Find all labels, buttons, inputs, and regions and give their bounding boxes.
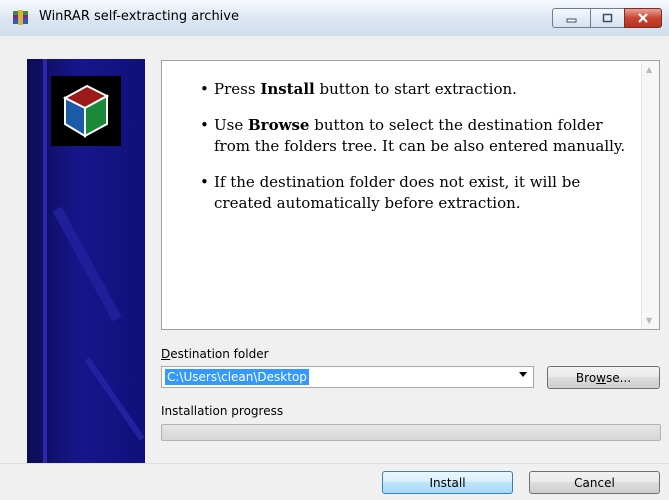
maximize-button[interactable] <box>590 8 625 28</box>
browse-button[interactable]: Bro w se... <box>547 366 660 389</box>
close-button[interactable] <box>624 8 662 28</box>
scroll-up-icon[interactable]: ▲ <box>646 65 652 74</box>
scroll-down-icon[interactable]: ▼ <box>646 316 652 325</box>
minimize-button[interactable] <box>552 8 591 28</box>
maximize-icon <box>602 13 612 23</box>
progress-label: Installation progress <box>161 404 284 418</box>
instructions-panel[interactable]: Press Install button to start extraction… <box>161 60 660 330</box>
winrar-logo <box>51 76 121 146</box>
instruction-item: Use Browse button to select the destinat… <box>200 115 630 157</box>
chevron-down-icon[interactable] <box>519 372 527 377</box>
cancel-button[interactable]: Cancel <box>529 471 660 494</box>
destination-input[interactable]: C:\Users\clean\Desktop <box>165 369 309 385</box>
instruction-item: If the destination folder does not exist… <box>200 172 630 214</box>
close-icon <box>638 13 648 23</box>
installation-progress-bar <box>161 424 661 441</box>
instructions-list: Press Install button to start extraction… <box>200 79 630 229</box>
title-bar[interactable]: WinRAR self-extracting archive <box>0 0 669 37</box>
minimize-icon <box>566 18 576 23</box>
book-box-icon <box>53 78 119 144</box>
side-banner <box>27 59 145 479</box>
vertical-scrollbar[interactable]: ▲ ▼ <box>641 61 659 329</box>
install-button[interactable]: Install <box>382 471 513 494</box>
dialog-body: Press Install button to start extraction… <box>0 36 669 479</box>
winrar-icon <box>13 10 28 25</box>
instruction-item: Press Install button to start extraction… <box>200 79 630 100</box>
destination-label: Destination folder <box>161 347 269 361</box>
destination-combobox[interactable]: C:\Users\clean\Desktop <box>161 366 534 388</box>
window-title: WinRAR self-extracting archive <box>39 9 239 24</box>
button-bar: Install Cancel <box>0 463 669 500</box>
